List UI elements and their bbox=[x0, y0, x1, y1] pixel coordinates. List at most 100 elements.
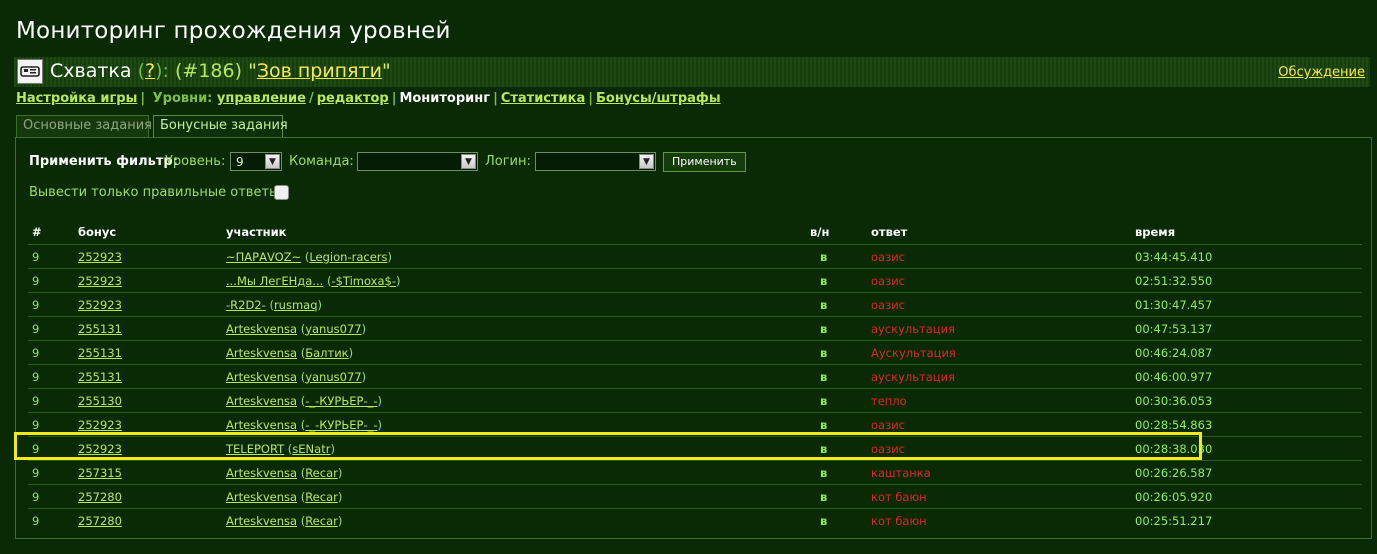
player-link[interactable]: ~ПАРАVOZ~ bbox=[226, 250, 301, 264]
help-link[interactable]: ? bbox=[145, 60, 155, 82]
only-right-label: Вывести только правильные ответы: bbox=[29, 185, 284, 200]
row-answer: кот баюн bbox=[867, 484, 1131, 509]
row-num: 9 bbox=[28, 292, 74, 317]
team-link[interactable]: sENatr bbox=[292, 442, 330, 456]
row-num: 9 bbox=[28, 508, 74, 532]
game-card-icon[interactable] bbox=[17, 59, 43, 84]
player-link[interactable]: ...Мы ЛегЕНда... bbox=[226, 274, 323, 288]
row-answer: оазис bbox=[867, 292, 1131, 317]
nav-levels-editor[interactable]: редактор bbox=[317, 91, 389, 106]
row-player-cell: Arteskvensa (Балтик) bbox=[222, 340, 806, 365]
team-link[interactable]: yanus077 bbox=[305, 370, 361, 384]
team-paren-close: ) bbox=[377, 417, 383, 432]
apply-filter-button[interactable]: Применить bbox=[663, 152, 746, 172]
game-type: Схватка bbox=[50, 60, 132, 82]
table-row: 9 255130 Arteskvensa (-_-КУРЬЕР-_-) в тепло 0… bbox=[28, 388, 1362, 413]
team-link[interactable]: Recar bbox=[305, 466, 338, 480]
row-player-cell: Arteskvensa (Recar) bbox=[222, 508, 806, 532]
player-link[interactable]: TELEPORT bbox=[226, 442, 284, 456]
row-player-cell: -R2D2- (rusmaq) bbox=[222, 292, 806, 317]
bonus-link[interactable]: 252923 bbox=[78, 250, 122, 264]
team-link[interactable]: -$Timoxa$- bbox=[331, 274, 396, 288]
team-link[interactable]: Legion-racers bbox=[309, 250, 387, 264]
team-paren-close: ) bbox=[337, 465, 343, 480]
row-player-cell: TELEPORT (sENatr) bbox=[222, 436, 806, 461]
nav-separator: | bbox=[140, 91, 146, 106]
row-correct-flag: в bbox=[806, 412, 867, 437]
team-link[interactable]: -_-КУРЬЕР-_- bbox=[305, 394, 377, 408]
row-num: 9 bbox=[28, 340, 74, 365]
player-link[interactable]: Arteskvensa bbox=[226, 418, 297, 432]
row-correct-flag: в bbox=[806, 436, 867, 461]
header-num: # bbox=[28, 220, 74, 245]
bonus-link[interactable]: 257280 bbox=[78, 514, 122, 528]
header-player: участник bbox=[222, 220, 806, 245]
player-link[interactable]: Arteskvensa bbox=[226, 322, 297, 336]
team-select[interactable]: ▼ bbox=[357, 152, 478, 171]
discussion-link[interactable]: Обсуждение bbox=[1278, 65, 1365, 80]
team-link[interactable]: -_-КУРЬЕР-_- bbox=[305, 418, 377, 432]
team-link[interactable]: yanus077 bbox=[305, 322, 361, 336]
number-paren-close: ) bbox=[234, 60, 243, 82]
chevron-down-icon: ▼ bbox=[265, 154, 280, 169]
team-paren-close: ) bbox=[317, 297, 323, 312]
row-bonus-cell: 255131 bbox=[74, 316, 222, 341]
player-link[interactable]: Arteskvensa bbox=[226, 490, 297, 504]
row-answer: каштанка bbox=[867, 460, 1131, 485]
game-number: #186 bbox=[182, 60, 235, 82]
table-row: 9 252923 Arteskvensa (-_-КУРЬЕР-_-) в оазис 0… bbox=[28, 412, 1362, 437]
admin-nav: Настройка игры | Уровни: управление / редак… bbox=[16, 91, 721, 106]
player-link[interactable]: Arteskvensa bbox=[226, 514, 297, 528]
row-correct-flag: в bbox=[806, 484, 867, 509]
row-time: 00:26:05.920 bbox=[1131, 484, 1362, 509]
bonus-link[interactable]: 255131 bbox=[78, 370, 122, 384]
player-link[interactable]: Arteskvensa bbox=[226, 346, 297, 360]
team-paren-close: ) bbox=[337, 513, 343, 528]
team-paren-close: ) bbox=[361, 369, 367, 384]
bonus-link[interactable]: 255130 bbox=[78, 394, 122, 408]
row-num: 9 bbox=[28, 364, 74, 389]
bonus-link[interactable]: 257315 bbox=[78, 466, 122, 480]
player-link[interactable]: Arteskvensa bbox=[226, 394, 297, 408]
team-paren-close: ) bbox=[348, 345, 354, 360]
row-answer: оазис bbox=[867, 244, 1131, 269]
row-player-cell: Arteskvensa (-_-КУРЬЕР-_-) bbox=[222, 412, 806, 437]
bonus-link[interactable]: 255131 bbox=[78, 346, 122, 360]
game-header-bar: Схватка (?): (#186) "Зов припяти" Обсужд… bbox=[14, 57, 1370, 87]
team-link[interactable]: Recar bbox=[305, 514, 338, 528]
team-link[interactable]: rusmaq bbox=[274, 298, 318, 312]
bonus-link[interactable]: 252923 bbox=[78, 274, 122, 288]
level-label: Уровень: bbox=[165, 154, 226, 169]
level-select[interactable]: 9 ▼ bbox=[230, 152, 282, 171]
team-link[interactable]: Балтик bbox=[305, 346, 348, 360]
team-label: Команда: bbox=[289, 154, 354, 169]
bonus-link[interactable]: 255131 bbox=[78, 322, 122, 336]
row-correct-flag: в bbox=[806, 244, 867, 269]
team-link[interactable]: Recar bbox=[305, 490, 338, 504]
filter-row: Применить фильтр: Уровень: 9 ▼ Команда: … bbox=[29, 152, 1329, 172]
player-link[interactable]: Arteskvensa bbox=[226, 370, 297, 384]
help-paren-open: ( bbox=[137, 60, 146, 82]
nav-separator: | bbox=[588, 91, 593, 106]
login-select[interactable]: ▼ bbox=[535, 152, 656, 171]
row-time: 02:51:32.550 bbox=[1131, 268, 1362, 293]
nav-bonuses[interactable]: Бонусы/штрафы bbox=[596, 91, 721, 106]
player-link[interactable]: -R2D2- bbox=[226, 298, 266, 312]
nav-settings[interactable]: Настройка игры bbox=[16, 91, 137, 106]
only-right-checkbox[interactable] bbox=[274, 185, 289, 200]
row-answer: оазис bbox=[867, 436, 1131, 461]
tab-main-tasks[interactable]: Основные задания bbox=[16, 115, 152, 137]
level-select-value: 9 bbox=[236, 155, 244, 169]
nav-statistics[interactable]: Статистика bbox=[501, 91, 585, 106]
nav-levels-manage[interactable]: управление bbox=[217, 91, 306, 106]
table-header-row: # бонус участник в/н ответ время bbox=[28, 220, 1362, 245]
bonus-link[interactable]: 252923 bbox=[78, 418, 122, 432]
chevron-down-icon: ▼ bbox=[639, 154, 654, 169]
bonus-link[interactable]: 257280 bbox=[78, 490, 122, 504]
tab-bonus-tasks[interactable]: Бонусные задания bbox=[153, 115, 288, 137]
bonus-link[interactable]: 252923 bbox=[78, 298, 122, 312]
row-time: 00:26:26.587 bbox=[1131, 460, 1362, 485]
bonus-link[interactable]: 252923 bbox=[78, 442, 122, 456]
game-name-link[interactable]: Зов припяти bbox=[257, 60, 382, 82]
player-link[interactable]: Arteskvensa bbox=[226, 466, 297, 480]
